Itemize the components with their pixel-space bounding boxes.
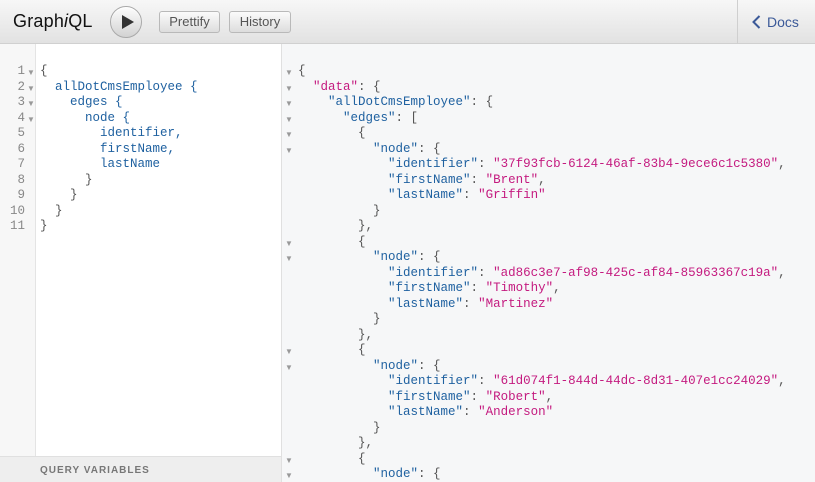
line-number: 6 <box>17 141 25 156</box>
result-line: "firstName": "Brent", <box>388 172 546 187</box>
query-line: { <box>40 64 48 78</box>
query-line: edges { <box>40 95 123 109</box>
result-line: { <box>298 451 366 466</box>
result-line: "data": { <box>313 79 381 94</box>
result-line: { <box>298 343 366 357</box>
result-line: "allDotCmsEmployee": { <box>328 95 494 109</box>
line-number: 9 <box>17 188 25 202</box>
docs-label: Docs <box>767 14 799 30</box>
docs-button[interactable]: Docs <box>737 0 815 44</box>
fold-arrow-icon[interactable]: ▼ <box>285 363 293 372</box>
fold-arrow-icon[interactable]: ▼ <box>285 84 293 93</box>
query-line: allDotCmsEmployee { <box>40 79 198 94</box>
query-line: } <box>40 203 63 218</box>
title-suffix: QL <box>68 11 93 31</box>
result-line: }, <box>298 436 374 450</box>
result-gutter: ▼ ▼ ▼ ▼ ▼ ▼ ▼ ▼ ▼ ▼ ▼ ▼ <box>282 44 296 482</box>
query-line: lastName <box>40 157 161 171</box>
fold-arrow-icon[interactable]: ▼ <box>285 68 293 77</box>
result-line: } <box>298 420 381 435</box>
line-number-gutter: 1 2 3 4 5 6 7 8 9 10 11 ▼ ▼ ▼ ▼ <box>0 44 36 456</box>
query-line: node { <box>40 110 131 125</box>
line-number: 5 <box>17 126 25 140</box>
result-line: { <box>298 64 306 78</box>
fold-arrow-icon[interactable]: ▼ <box>285 239 293 248</box>
result-line: "node": { <box>373 141 441 156</box>
result-line: "identifier": "37f93fcb-6124-46af-83b4-9… <box>388 157 786 171</box>
fold-arrow-icon[interactable]: ▼ <box>285 471 293 480</box>
result-line: } <box>298 312 381 326</box>
line-number: 10 <box>9 203 25 218</box>
fold-arrow-icon[interactable]: ▼ <box>285 254 293 263</box>
result-line: "edges": [ <box>343 110 419 125</box>
query-line: identifier, <box>40 126 183 140</box>
line-number: 3 <box>17 95 25 109</box>
play-icon <box>122 15 134 29</box>
fold-arrow-icon[interactable]: ▼ <box>285 99 293 108</box>
line-number: 7 <box>17 157 25 171</box>
app-title: GraphiQL <box>13 11 93 32</box>
result-pane[interactable]: ▼ ▼ ▼ ▼ ▼ ▼ ▼ ▼ ▼ ▼ ▼ ▼ { "data": { "all… <box>282 44 815 482</box>
fold-arrow-icon[interactable]: ▼ <box>27 68 35 77</box>
result-line: "identifier": "61d074f1-844d-44dc-8d31-4… <box>388 374 786 388</box>
result-line: "node": { <box>373 358 441 373</box>
result-line: "firstName": "Robert", <box>388 389 554 404</box>
prettify-button[interactable]: Prettify <box>159 11 220 33</box>
result-line: "firstName": "Timothy", <box>388 281 561 295</box>
line-number: 1 <box>17 64 25 78</box>
result-line: }, <box>298 219 374 233</box>
chevron-left-icon <box>752 15 761 29</box>
fold-arrow-icon[interactable]: ▼ <box>285 456 293 465</box>
query-line: } <box>40 219 48 233</box>
fold-arrow-icon[interactable]: ▼ <box>285 130 293 139</box>
query-line: firstName, <box>40 141 176 156</box>
line-number: 4 <box>17 110 25 125</box>
query-editor[interactable]: 1 2 3 4 5 6 7 8 9 10 11 ▼ ▼ ▼ ▼ { allDot… <box>0 44 282 482</box>
fold-arrow-icon[interactable]: ▼ <box>285 347 293 356</box>
result-line: { <box>298 126 366 140</box>
result-line: "identifier": "ad86c3e7-af98-425c-af84-8… <box>388 265 786 280</box>
history-button[interactable]: History <box>229 11 291 33</box>
result-line: "node": { <box>373 250 441 264</box>
result-line: "lastName": "Martinez" <box>388 296 554 311</box>
fold-arrow-icon[interactable]: ▼ <box>27 99 35 108</box>
query-variables-bar[interactable]: QUERY VARIABLES <box>0 456 281 482</box>
line-number: 2 <box>17 79 25 94</box>
result-line: }, <box>298 327 374 342</box>
query-line: } <box>40 172 93 187</box>
query-line: } <box>40 188 78 202</box>
fold-arrow-icon[interactable]: ▼ <box>285 146 293 155</box>
toolbar: GraphiQL Prettify History Docs <box>0 0 815 44</box>
query-variables-label: QUERY VARIABLES <box>40 465 150 476</box>
result-line: { <box>298 234 366 249</box>
result-line: "lastName": "Griffin" <box>388 188 546 202</box>
result-line: } <box>298 203 381 218</box>
fold-arrow-icon[interactable]: ▼ <box>27 84 35 93</box>
execute-query-button[interactable] <box>110 6 142 38</box>
fold-arrow-icon[interactable]: ▼ <box>27 115 35 124</box>
line-number: 11 <box>9 219 25 233</box>
fold-arrow-icon[interactable]: ▼ <box>285 115 293 124</box>
title-prefix: Graph <box>13 11 65 31</box>
line-number: 8 <box>17 172 25 187</box>
result-line: "node": { <box>373 467 441 481</box>
result-line: "lastName": "Anderson" <box>388 405 554 419</box>
